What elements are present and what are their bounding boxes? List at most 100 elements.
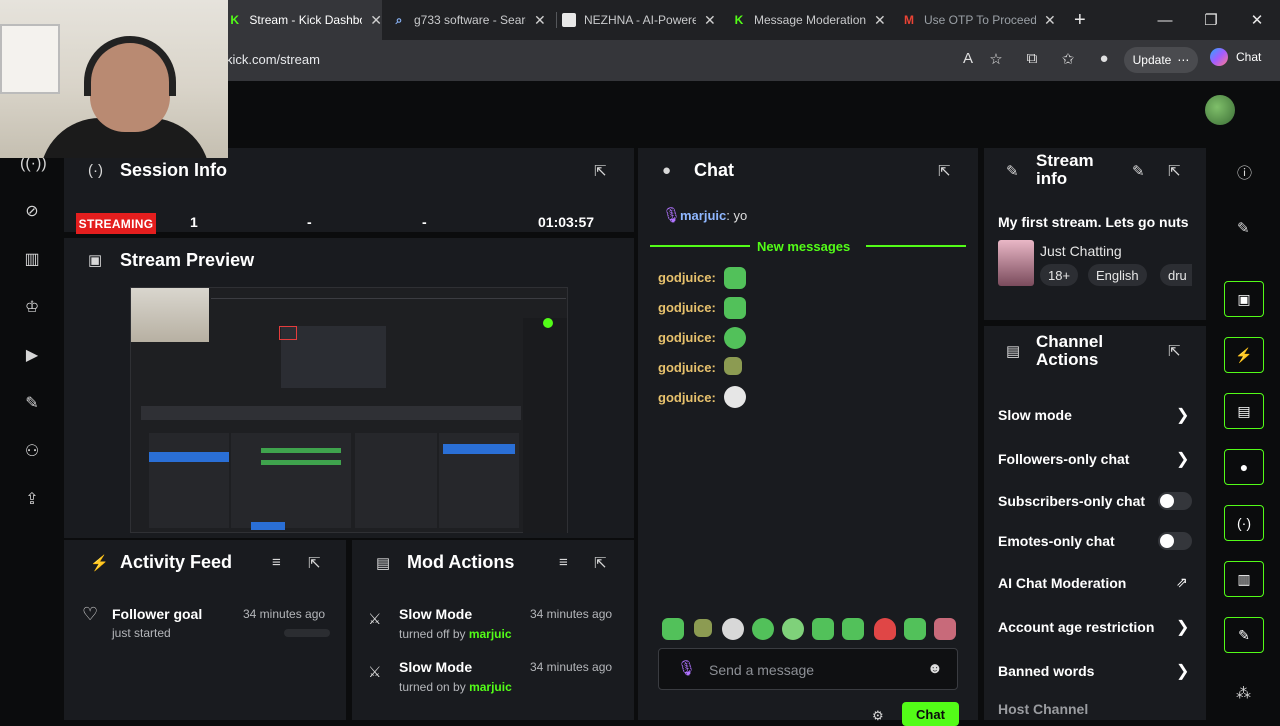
rail-button-stream-info[interactable]: ✎ [1224, 617, 1264, 653]
microphone-icon: 🎙 [677, 660, 697, 677]
chevron-right-icon[interactable]: ❯ [1176, 449, 1189, 469]
close-tab-icon[interactable]: ✕ [534, 12, 546, 29]
rail-button-mod-actions[interactable]: ▤ [1224, 393, 1264, 429]
popout-icon[interactable]: ⇱ [308, 554, 321, 572]
split-screen-icon[interactable]: ⧉ [1022, 50, 1042, 67]
filter-icon[interactable]: ≡ [559, 554, 568, 571]
upload-icon[interactable]: ⇪ [20, 488, 44, 512]
tag-custom: dru [1160, 264, 1192, 286]
emote-picker-item[interactable] [934, 618, 956, 640]
profile-icon[interactable]: ● [1094, 50, 1114, 67]
mod-action-title: Slow Mode [399, 659, 473, 675]
slow-mode-action[interactable]: Slow mode [998, 407, 1072, 423]
chat-input[interactable]: 🎙 Send a message ☻ [658, 648, 958, 690]
banned-words-action[interactable]: Banned words [998, 663, 1094, 679]
emote-picker-item[interactable] [694, 619, 712, 637]
tab-otp[interactable]: M Use OTP To Proceed ✕ [902, 0, 1062, 40]
info-icon[interactable]: ⓘ [1237, 162, 1252, 183]
edit-pencil-icon[interactable]: ✎ [1237, 219, 1250, 237]
maximize-icon[interactable]: ❐ [1188, 0, 1234, 40]
popout-icon[interactable]: ⇱ [594, 554, 607, 572]
tab-message-moderation[interactable]: K Message Moderation ✕ [732, 0, 892, 40]
ai-moderation-action[interactable]: AI Chat Moderation [998, 575, 1126, 591]
nezhna-icon [562, 13, 576, 27]
close-tab-icon[interactable]: ✕ [1044, 12, 1056, 29]
favorite-star-icon[interactable]: ☆ [986, 50, 1006, 68]
status-badge: STREAMING [76, 213, 156, 234]
read-aloud-icon[interactable]: A [958, 50, 978, 67]
emotes-only-toggle[interactable] [1158, 532, 1192, 550]
send-chat-button[interactable]: Chat [902, 702, 959, 726]
broadcast-icon: (·) [1237, 515, 1251, 531]
copilot-chat-button[interactable]: Chat [1210, 48, 1261, 66]
popout-icon[interactable]: ⇱ [1168, 162, 1181, 180]
chevron-right-icon[interactable]: ❯ [1176, 405, 1189, 425]
activity-feed-title: Activity Feed [120, 552, 233, 572]
emote-picker-item[interactable] [662, 618, 684, 640]
tag-mature: 18+ [1040, 264, 1079, 286]
filter-icon[interactable]: ≡ [272, 554, 281, 571]
close-tab-icon[interactable]: ✕ [874, 12, 886, 29]
lightning-icon: ⚡ [1235, 346, 1253, 363]
close-tab-icon[interactable]: ✕ [704, 12, 716, 29]
edit-pencil-icon[interactable]: ✎ [1132, 162, 1145, 180]
minimize-icon[interactable]: — [1142, 0, 1188, 40]
external-link-icon[interactable]: ⇗ [1176, 574, 1188, 591]
link-icon[interactable]: ⊘ [20, 200, 44, 224]
emote-picker-item[interactable] [874, 618, 896, 640]
popout-icon[interactable]: ⇱ [594, 162, 607, 180]
heart-icon: ♡ [82, 604, 99, 624]
chat-input-placeholder: Send a message [709, 662, 815, 678]
wrench-icon[interactable]: ✎ [20, 392, 44, 416]
popout-icon[interactable]: ⇱ [1168, 342, 1181, 360]
new-tab-button[interactable]: + [1074, 0, 1098, 40]
emote-picker-item[interactable] [842, 618, 864, 640]
wrench-icon: ✎ [1006, 163, 1019, 180]
lightning-icon: ⚡ [90, 555, 109, 572]
screen-icon: ▣ [88, 252, 103, 269]
emoji-icon[interactable]: ☻ [927, 660, 943, 677]
emote-picker-item[interactable] [904, 618, 926, 640]
channel-actions-panel [984, 326, 1206, 720]
close-window-icon[interactable]: ✕ [1234, 0, 1280, 40]
chevron-right-icon[interactable]: ❯ [1176, 617, 1189, 637]
rail-button-preview[interactable]: ▣ [1224, 281, 1264, 317]
followers-only-action[interactable]: Followers-only chat [998, 451, 1129, 467]
host-channel-action[interactable]: Host Channel [998, 701, 1088, 717]
url-field[interactable]: kick.com/stream [226, 52, 320, 67]
chevron-right-icon[interactable]: ❯ [1176, 661, 1189, 681]
apps-icon[interactable]: ⁂ [1236, 684, 1251, 702]
feed-item-time: 34 minutes ago [243, 607, 326, 621]
tab-kick-dashboard[interactable]: K Stream - Kick Dashbo ✕ [226, 0, 382, 40]
mod-actions-title: Mod Actions [407, 552, 515, 572]
emote-picker-item[interactable] [812, 618, 834, 640]
category-thumbnail[interactable] [998, 240, 1034, 286]
rail-button-activity[interactable]: ⚡ [1224, 337, 1264, 373]
rail-button-chat[interactable]: ● [1224, 449, 1264, 485]
tab-search[interactable]: ⌕ g733 software - Searc ✕ [392, 0, 552, 40]
users-settings-icon[interactable]: ⚇ [20, 440, 44, 464]
emote-picker-item[interactable] [752, 618, 774, 640]
new-messages-label: New messages [757, 239, 851, 254]
tab-nezhna[interactable]: NEZHNA - AI-Powere ✕ [562, 0, 722, 40]
category-name[interactable]: Just Chatting [1040, 243, 1122, 259]
account-age-action[interactable]: Account age restriction [998, 619, 1154, 635]
update-button[interactable]: Update ⋯ [1124, 47, 1198, 73]
favorites-icon[interactable]: ✩ [1058, 50, 1078, 68]
gear-icon[interactable]: ⚙ [872, 708, 884, 724]
trophy-icon[interactable]: ♔ [20, 296, 44, 320]
stat-followers: - [307, 214, 312, 230]
video-icon[interactable]: ▶ [20, 344, 44, 368]
chat-message: godjuice: [658, 360, 716, 375]
close-tab-icon[interactable]: ✕ [370, 12, 382, 29]
emote-picker-item[interactable] [782, 618, 804, 640]
stream-preview-video[interactable] [130, 287, 568, 533]
subscribers-only-toggle[interactable] [1158, 492, 1192, 510]
emote-picker-item[interactable] [722, 618, 744, 640]
feed-item-title: Follower goal [112, 606, 203, 622]
avatar[interactable] [1205, 95, 1235, 125]
analytics-icon[interactable]: ▥ [20, 248, 44, 272]
rail-button-session[interactable]: (·) [1224, 505, 1264, 541]
popout-icon[interactable]: ⇱ [938, 162, 951, 180]
rail-button-channel-actions[interactable]: ▥ [1224, 561, 1264, 597]
